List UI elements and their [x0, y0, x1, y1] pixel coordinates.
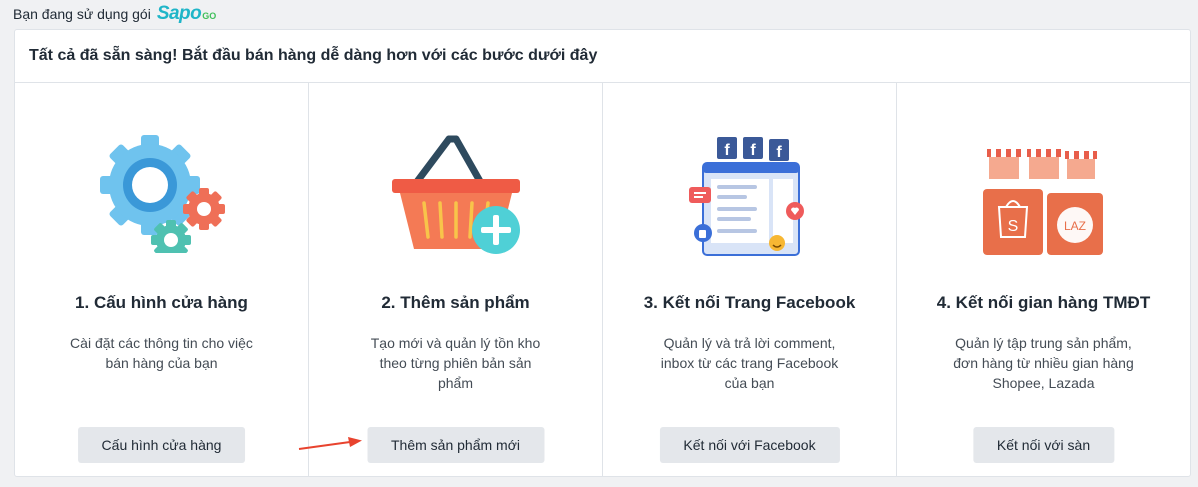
sapo-go-logo: Sapo GO [157, 3, 216, 25]
store-config-button[interactable]: Cấu hình cửa hàng [77, 427, 246, 463]
step-title: 2. Thêm sản phẩm [381, 293, 530, 312]
facebook-letter: f [776, 144, 782, 161]
pointer-arrow-icon [298, 437, 362, 450]
plan-prefix: Bạn đang sử dụng gói [13, 6, 151, 22]
facebook-page-icon: f f f [688, 137, 804, 256]
step-description: Quản lý tập trung sản phẩm, đơn hàng từ … [953, 335, 1134, 391]
logo-sub: GO [202, 11, 217, 21]
step-description: Quản lý và trả lời comment, inbox từ các… [660, 335, 839, 391]
step-facebook: f f f 3. Kết nối Trang Facebook Quản lý … [603, 83, 897, 477]
marketplace-icon: S LAZ [982, 149, 1103, 255]
facebook-letter: f [750, 142, 756, 159]
lazada-letter: LAZ [1063, 219, 1085, 233]
card-title: Tất cả đã sẵn sàng! Bắt đầu bán hàng dễ … [15, 30, 1190, 83]
connect-facebook-button[interactable]: Kết nối với Facebook [659, 427, 840, 463]
step-description: Cài đặt các thông tin cho việc bán hàng … [70, 335, 253, 371]
step-title: 1. Cấu hình cửa hàng [75, 293, 248, 312]
step-title: 3. Kết nối Trang Facebook [643, 293, 856, 312]
step-marketplace: S LAZ 4. Kết nối gian hàng TMĐT Quản lý … [897, 83, 1190, 477]
onboarding-card: Tất cả đã sẵn sàng! Bắt đầu bán hàng dễ … [14, 29, 1191, 477]
connect-marketplace-button[interactable]: Kết nối với sàn [972, 427, 1115, 463]
step-store-config: 1. Cấu hình cửa hàng Cài đặt các thông t… [15, 83, 309, 477]
step-add-product: 2. Thêm sản phẩm Tạo mới và quản lý tồn … [309, 83, 603, 477]
step-description: Tạo mới và quản lý tồn kho theo từng phi… [370, 335, 541, 391]
step-title: 4. Kết nối gian hàng TMĐT [936, 293, 1151, 312]
gears-icon [99, 135, 225, 253]
plan-info: Bạn đang sử dụng gói Sapo GO [13, 3, 216, 25]
logo-brand: Sapo [156, 3, 202, 24]
basket-add-icon [391, 135, 520, 254]
add-product-button[interactable]: Thêm sản phẩm mới [366, 427, 545, 463]
shopee-letter: S [1007, 218, 1018, 235]
facebook-letter: f [724, 142, 730, 159]
